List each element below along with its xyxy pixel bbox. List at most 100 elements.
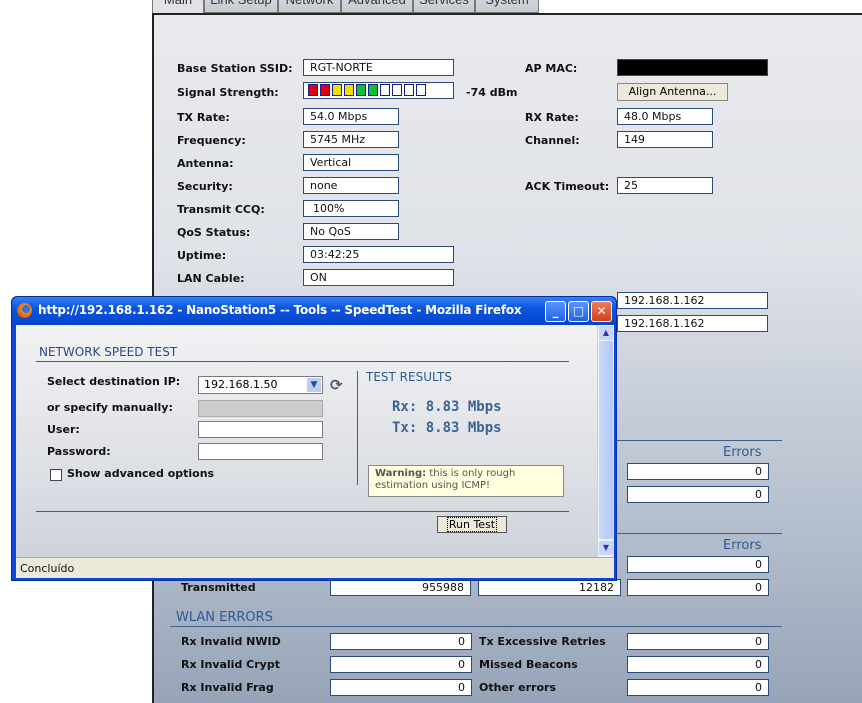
signal-bar	[320, 84, 330, 96]
run-test-button[interactable]: Run Test	[437, 516, 507, 533]
signal-bar	[344, 84, 354, 96]
align-antenna-button[interactable]: Align Antenna...	[617, 83, 728, 101]
transmitted-label: Transmitted	[181, 581, 256, 594]
dest-ip-value: 192.168.1.50	[204, 378, 278, 391]
tab-main[interactable]: Main	[152, 0, 204, 13]
signal-bar	[332, 84, 342, 96]
errors-field: 0	[627, 486, 769, 503]
ssid-label: Base Station SSID:	[177, 62, 293, 75]
speedtest-heading: NETWORK SPEED TEST	[39, 345, 178, 359]
dest-ip-label: Select destination IP:	[47, 375, 181, 388]
advanced-options-label[interactable]: Show advanced options	[67, 467, 214, 480]
advanced-options-checkbox[interactable]	[50, 469, 62, 481]
speedtest-window: http://192.168.1.162 - NanoStation5 -- T…	[11, 296, 617, 581]
rx-result: Rx: 8.83 Mbps	[392, 399, 502, 415]
user-label: User:	[47, 423, 80, 436]
transmitted-errors: 0	[627, 579, 769, 596]
tab-advanced[interactable]: Advanced	[341, 0, 413, 13]
ip-field-1: 192.168.1.162	[617, 292, 768, 309]
uptime-field: 03:42:25	[303, 246, 454, 263]
ap-mac-label: AP MAC:	[525, 62, 578, 75]
frequency-label: Frequency:	[177, 134, 246, 147]
window-titlebar[interactable]: http://192.168.1.162 - NanoStation5 -- T…	[12, 297, 616, 325]
run-test-label: Run Test	[446, 517, 498, 532]
wlan-error-label: Other errors	[479, 681, 556, 694]
ccq-field: 100%	[303, 200, 399, 217]
signal-bar	[404, 84, 414, 96]
wlan-error-value: 0	[627, 679, 769, 696]
tx-result: Tx: 8.83 Mbps	[392, 420, 502, 436]
wlan-error-label: Missed Beacons	[479, 658, 578, 671]
tab-services[interactable]: Services	[413, 0, 475, 13]
window-content: NETWORK SPEED TEST Select destination IP…	[16, 325, 614, 557]
scroll-thumb[interactable]	[599, 341, 613, 539]
wlan-error-label: Rx Invalid Frag	[181, 681, 274, 694]
signal-meter	[303, 82, 454, 99]
minimize-button[interactable]: _	[545, 301, 566, 322]
dest-ip-select[interactable]: 192.168.1.50 ▼	[198, 376, 323, 394]
errors-header-2: Errors	[723, 538, 762, 553]
uptime-label: Uptime:	[177, 249, 227, 262]
transmitted-bytes: 12182	[478, 579, 621, 596]
antenna-field: Vertical	[303, 154, 399, 171]
ack-timeout-field: 25	[617, 177, 713, 194]
rx-rate-label: RX Rate:	[525, 111, 579, 124]
wlan-error-value: 0	[627, 633, 769, 650]
wlan-error-value: 0	[330, 633, 472, 650]
maximize-button[interactable]: □	[568, 301, 589, 322]
refresh-icon[interactable]: ⟳	[330, 376, 343, 394]
window-title: http://192.168.1.162 - NanoStation5 -- T…	[38, 303, 522, 317]
manual-ip-label: or specify manually:	[47, 401, 173, 414]
status-bar: Concluído	[16, 557, 614, 578]
errors-field: 0	[627, 556, 769, 573]
ssid-field: RGT-NORTE	[303, 59, 454, 76]
ack-timeout-label: ACK Timeout:	[525, 180, 610, 193]
signal-dbm: -74 dBm	[466, 86, 518, 99]
frequency-field: 5745 MHz	[303, 131, 399, 148]
wlan-errors-title: WLAN ERRORS	[176, 610, 273, 625]
channel-field: 149	[617, 131, 713, 148]
lan-cable-field: ON	[303, 269, 454, 286]
results-heading: TEST RESULTS	[366, 370, 452, 384]
signal-bar	[416, 84, 426, 96]
password-input[interactable]	[198, 443, 323, 460]
errors-field: 0	[627, 463, 769, 480]
ap-mac-field-redacted	[617, 59, 768, 76]
tx-rate-field: 54.0 Mbps	[303, 108, 399, 125]
tab-link-setup[interactable]: Link Setup	[204, 0, 278, 13]
close-button[interactable]: ✕	[591, 301, 612, 322]
transmitted-packets: 955988	[330, 579, 471, 596]
warning-bold: Warning:	[375, 468, 427, 479]
wlan-error-label: Tx Excessive Retries	[479, 635, 606, 648]
wlan-error-label: Rx Invalid Crypt	[181, 658, 280, 671]
signal-bar	[380, 84, 390, 96]
tab-system[interactable]: System	[475, 0, 539, 13]
manual-ip-input[interactable]	[198, 400, 323, 417]
signal-bar	[392, 84, 402, 96]
qos-field: No QoS	[303, 223, 399, 240]
tab-network[interactable]: Network	[278, 0, 341, 13]
scroll-down-icon[interactable]: ▼	[599, 541, 613, 555]
signal-bar	[308, 84, 318, 96]
rx-rate-field: 48.0 Mbps	[617, 108, 713, 125]
tx-rate-label: TX Rate:	[177, 111, 230, 124]
wlan-error-value: 0	[330, 656, 472, 673]
chevron-down-icon[interactable]: ▼	[307, 378, 321, 392]
scrollbar[interactable]: ▲ ▼	[597, 325, 613, 557]
antenna-label: Antenna:	[177, 157, 234, 170]
warning-box: Warning: this is only rough estimation u…	[368, 465, 564, 497]
signal-bar	[368, 84, 378, 96]
security-field: none	[303, 177, 399, 194]
errors-header-1: Errors	[723, 445, 762, 460]
ip-field-2: 192.168.1.162	[617, 315, 768, 332]
channel-label: Channel:	[525, 134, 580, 147]
security-label: Security:	[177, 180, 233, 193]
password-label: Password:	[47, 445, 111, 458]
firefox-icon	[17, 303, 32, 318]
wlan-error-value: 0	[330, 679, 472, 696]
user-input[interactable]	[198, 421, 323, 438]
status-text: Concluído	[20, 562, 75, 575]
scroll-up-icon[interactable]: ▲	[599, 326, 613, 340]
signal-bar	[356, 84, 366, 96]
signal-label: Signal Strength:	[177, 86, 279, 99]
